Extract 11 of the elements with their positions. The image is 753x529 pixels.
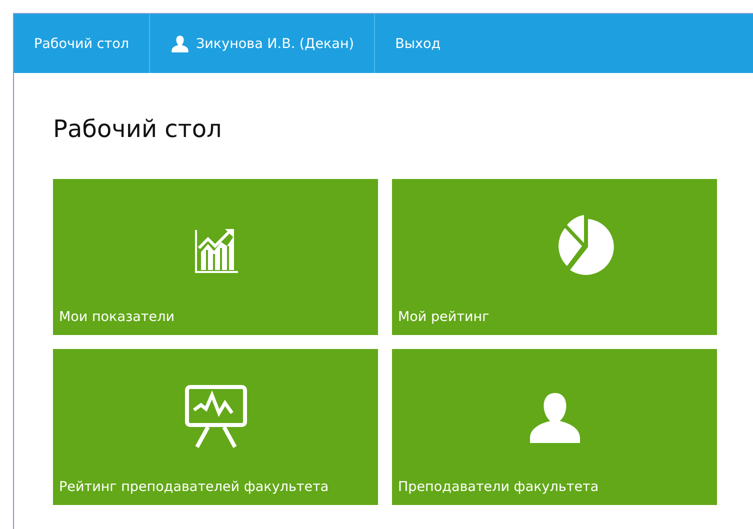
user-menu-link[interactable]: Зикунова И.В. (Декан) bbox=[150, 14, 376, 73]
chart-icon bbox=[194, 226, 238, 274]
dashboard-tile[interactable]: Преподаватели факультета bbox=[392, 349, 717, 505]
dashboard-tile[interactable]: Мои показатели bbox=[53, 179, 378, 335]
dashboard-tile[interactable]: Мой рейтинг bbox=[392, 179, 717, 335]
page-title: Рабочий стол bbox=[53, 114, 223, 145]
dashboard-tile[interactable]: Рейтинг преподавателей факультета bbox=[53, 349, 378, 505]
presentation-board-icon bbox=[184, 385, 248, 449]
nav-link[interactable]: Выход bbox=[375, 14, 461, 73]
nav-link[interactable]: Рабочий стол bbox=[14, 14, 150, 73]
user-icon bbox=[170, 34, 190, 54]
